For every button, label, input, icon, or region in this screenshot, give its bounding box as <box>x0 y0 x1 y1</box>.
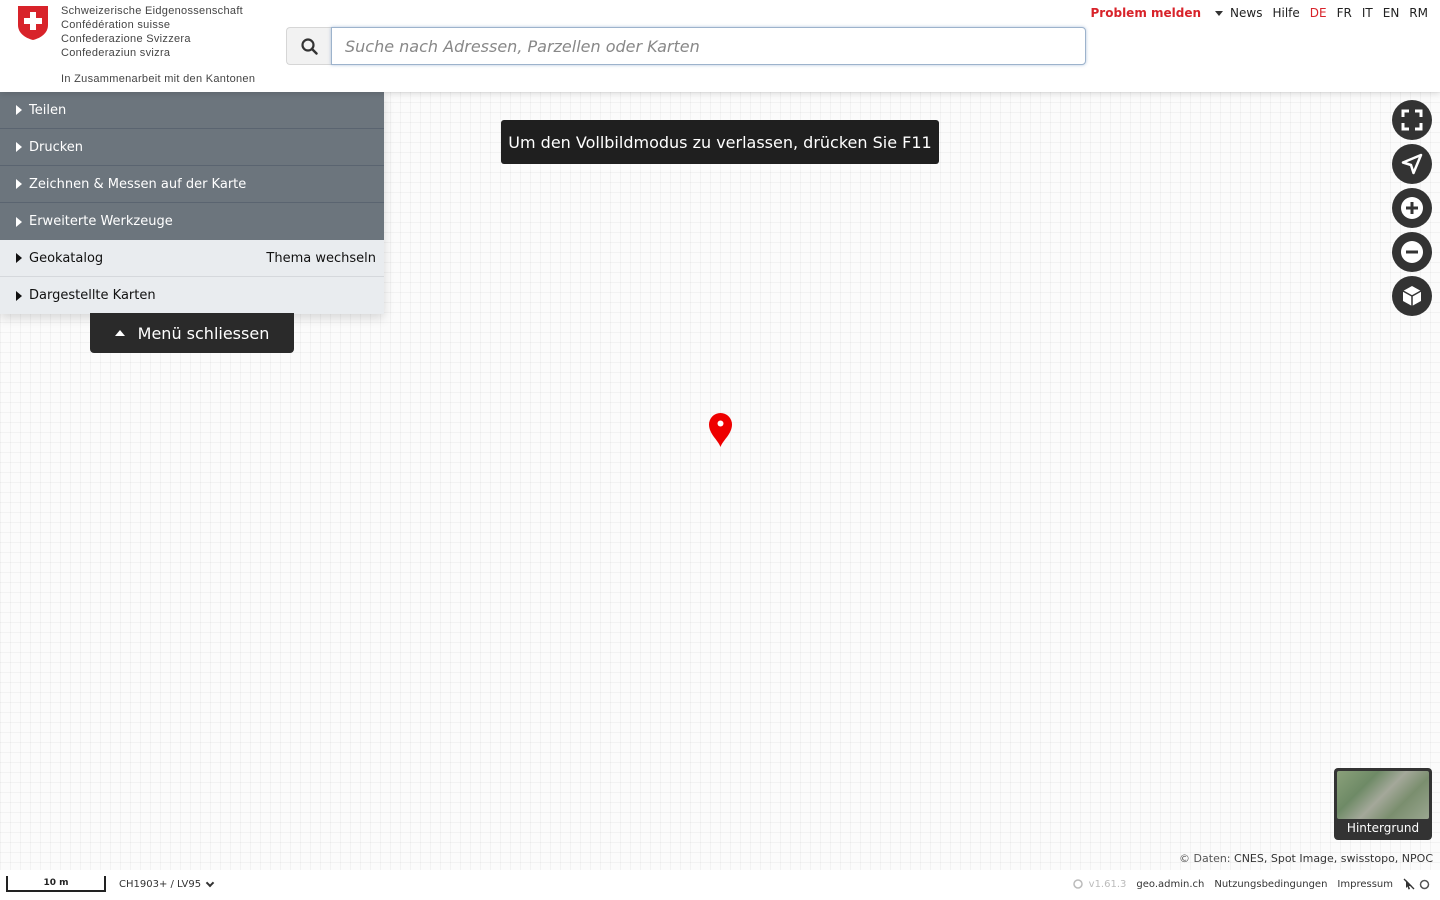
menu-item-share[interactable]: Teilen <box>0 92 384 129</box>
expand-triangle-icon <box>16 105 22 115</box>
fullscreen-toast: Um den Vollbildmodus zu verlassen, drück… <box>501 120 939 164</box>
lang-fr[interactable]: FR <box>1337 6 1352 20</box>
geolocation-icon <box>1401 153 1423 175</box>
projection-label: CH1903+ / LV95 <box>119 879 202 890</box>
footer-link-imprint[interactable]: Impressum <box>1337 879 1393 890</box>
menu-item-geocatalog[interactable]: Geokatalog Thema wechseln <box>0 240 384 277</box>
top-navigation: Problem melden News Hilfe DE FR IT EN RM <box>1081 6 1428 20</box>
expand-triangle-icon <box>16 142 22 152</box>
expand-triangle-icon <box>16 216 22 227</box>
expand-triangle-icon <box>16 179 22 189</box>
lang-de[interactable]: DE <box>1310 6 1327 20</box>
search-input[interactable] <box>331 27 1086 65</box>
footer: 10 m CH1903+ / LV95 v1.61.3 geo.admin.ch… <box>0 870 1440 900</box>
version-label: v1.61.3 <box>1088 878 1127 890</box>
location-pin-icon <box>709 413 732 447</box>
menu-item-displayed-maps[interactable]: Dargestellte Karten <box>0 277 384 314</box>
footer-links: v1.61.3 geo.admin.ch Nutzungsbedingungen… <box>1063 878 1430 890</box>
zoom-in-button[interactable] <box>1392 188 1432 228</box>
menu-item-label: Drucken <box>29 139 84 155</box>
map-controls <box>1392 100 1432 320</box>
confederation-it: Confederazione Svizzera <box>61 33 191 45</box>
zoom-out-button[interactable] <box>1392 232 1432 272</box>
lang-rm[interactable]: RM <box>1409 6 1428 20</box>
attribution-prefix: © Daten: <box>1179 852 1231 865</box>
geolocation-button[interactable] <box>1392 144 1432 184</box>
side-menu: Teilen Drucken Zeichnen & Messen auf der… <box>0 92 384 314</box>
projection-selector[interactable]: CH1903+ / LV95 <box>119 878 215 890</box>
background-thumbnail <box>1337 771 1429 819</box>
report-problem-link[interactable]: Problem melden <box>1091 6 1202 20</box>
menu-item-label: Teilen <box>29 102 67 118</box>
menu-item-draw-measure[interactable]: Zeichnen & Messen auf der Karte <box>0 166 384 203</box>
confederation-fr: Confédération suisse <box>61 19 171 31</box>
confederation-rm: Confederaziun svizra <box>61 47 171 59</box>
close-menu-label: Menü schliessen <box>137 323 270 343</box>
menu-item-label: Geokatalog <box>29 250 104 266</box>
confederation-de: Schweizerische Eidgenossenschaft <box>61 5 244 17</box>
fullscreen-button[interactable] <box>1392 100 1432 140</box>
swiss-flag-logo[interactable] <box>17 5 49 41</box>
close-menu-button[interactable]: Menü schliessen <box>90 313 294 353</box>
header: Schweizerische Eidgenossenschaft Confédé… <box>0 0 1440 92</box>
scale-bar: 10 m <box>6 876 106 892</box>
menu-item-label: Dargestellte Karten <box>29 288 156 303</box>
news-link[interactable]: News <box>1230 6 1262 20</box>
change-theme-link[interactable]: Thema wechseln <box>266 251 376 266</box>
3d-icon <box>1402 286 1422 306</box>
lang-en[interactable]: EN <box>1383 6 1400 20</box>
help-link[interactable]: Hilfe <box>1272 6 1299 20</box>
expand-triangle-icon <box>16 253 22 263</box>
refresh-icon[interactable] <box>1419 879 1430 890</box>
zoom-out-icon <box>1401 241 1423 263</box>
chevron-down-icon <box>205 878 215 888</box>
menu-item-label: Zeichnen & Messen auf der Karte <box>29 176 247 192</box>
fullscreen-icon <box>1401 109 1423 131</box>
footer-link-geoadmin[interactable]: geo.admin.ch <box>1136 879 1204 890</box>
collaboration-text: In Zusammenarbeit mit den Kantonen <box>61 73 256 85</box>
attribution-sources[interactable]: CNES, Spot Image, swisstopo, NPOC <box>1234 852 1433 865</box>
menu-item-advanced-tools[interactable]: Erweiterte Werkzeuge <box>0 203 384 240</box>
news-dropdown-icon[interactable] <box>1215 10 1224 16</box>
background-switcher[interactable]: Hintergrund <box>1334 768 1432 840</box>
background-label: Hintergrund <box>1346 821 1420 835</box>
disable-tooltip-icon[interactable] <box>1403 878 1415 890</box>
data-attribution: © Daten: CNES, Spot Image, swisstopo, NP… <box>1179 852 1433 865</box>
collapse-up-icon <box>114 330 125 336</box>
lang-it[interactable]: IT <box>1362 6 1373 20</box>
menu-item-label: Erweiterte Werkzeuge <box>29 214 173 229</box>
search-icon <box>301 37 318 55</box>
github-icon[interactable] <box>1072 879 1083 889</box>
zoom-in-icon <box>1401 197 1423 219</box>
3d-button[interactable] <box>1392 276 1432 316</box>
confederation-name: Schweizerische Eidgenossenschaft Confédé… <box>61 4 243 60</box>
expand-triangle-icon <box>16 290 22 301</box>
search-button[interactable] <box>286 27 332 65</box>
footer-link-terms[interactable]: Nutzungsbedingungen <box>1214 879 1327 890</box>
menu-item-print[interactable]: Drucken <box>0 129 384 166</box>
